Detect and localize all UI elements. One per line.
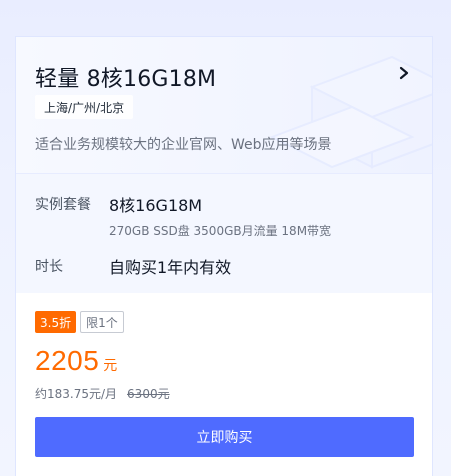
region-badge: 上海/广州/北京 [35, 95, 134, 119]
promo-tags: 3.5折 限1个 [35, 311, 124, 333]
instance-value: 8核16G18M [109, 196, 203, 215]
chevron-right-icon[interactable] [398, 66, 410, 80]
duration-value: 自购买1年内有效 [109, 258, 232, 277]
monthly-price: 约183.75元/月 [35, 387, 118, 401]
original-price: 6300元 [127, 387, 170, 401]
price-unit: 元 [103, 358, 118, 374]
price: 2205 元 [35, 345, 117, 377]
spec-section: 实例套餐 8核16G18M 270GB SSD盘 3500GB月流量 18M带宽… [16, 174, 432, 293]
price-amount: 2205 [35, 345, 100, 376]
instance-detail: 270GB SSD盘 3500GB月流量 18M带宽 [109, 224, 332, 238]
product-header: 轻量 8核16G18M 上海/广州/北京 适合业务规模较大的企业官网、Web应用… [16, 37, 432, 174]
product-description: 适合业务规模较大的企业官网、Web应用等场景 [35, 137, 332, 153]
price-breakdown: 约183.75元/月 6300元 [35, 385, 170, 402]
pricing-section: 3.5折 限1个 2205 元 约183.75元/月 6300元 立即购买 [16, 293, 432, 476]
purchase-limit-tag: 限1个 [80, 311, 124, 333]
buy-now-button[interactable]: 立即购买 [35, 417, 414, 457]
product-card: 轻量 8核16G18M 上海/广州/北京 适合业务规模较大的企业官网、Web应用… [15, 36, 433, 476]
instance-label: 实例套餐 [35, 197, 91, 213]
duration-label: 时长 [35, 259, 63, 275]
product-title: 轻量 8核16G18M [35, 67, 217, 92]
discount-tag: 3.5折 [35, 311, 77, 333]
